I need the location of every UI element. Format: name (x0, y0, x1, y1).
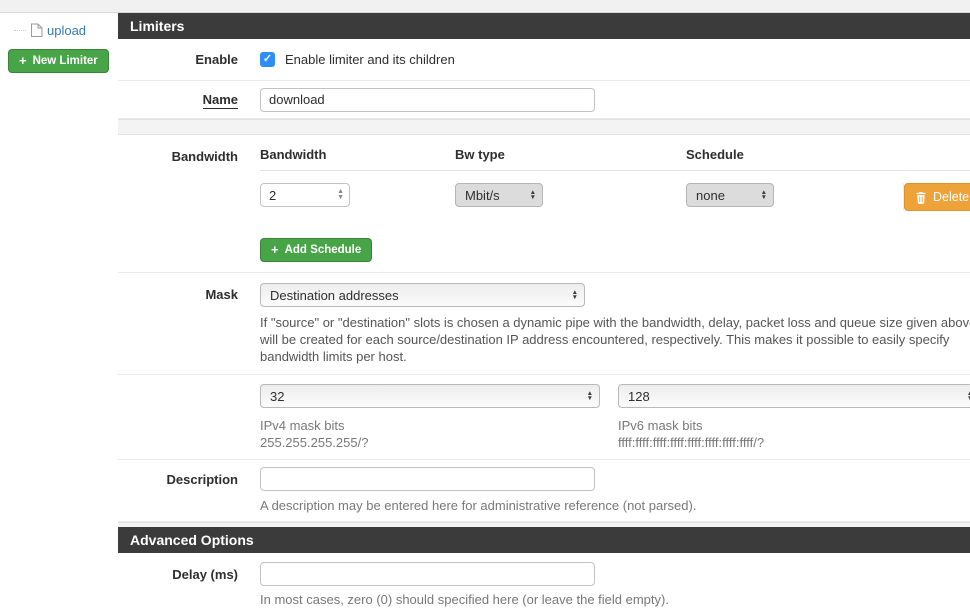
bandwidth-number-input[interactable]: 2 ▲ ▼ (260, 183, 350, 207)
delete-button-label: Delete (933, 190, 970, 204)
mask-label: Mask (205, 287, 238, 302)
advanced-options-panel-header: Advanced Options (118, 527, 970, 553)
plus-icon: + (19, 53, 27, 68)
bandwidth-value: 2 (269, 187, 277, 203)
ipv6-mask-bits-value: 128 (628, 388, 650, 404)
enable-row: Enable ✓ Enable limiter and its children (118, 39, 970, 81)
description-help: A description may be entered here for ad… (260, 498, 697, 513)
number-stepper-icon[interactable]: ▲ ▼ (337, 188, 344, 201)
mask-row: Mask Destination addresses ▲ ▼ If "source… (118, 273, 970, 375)
add-schedule-label: Add Schedule (284, 244, 362, 256)
add-schedule-button[interactable]: + Add Schedule (260, 238, 373, 262)
new-limiter-label: New Limiter (32, 55, 98, 67)
tree-item-upload[interactable]: upload (0, 19, 118, 41)
enable-checkbox[interactable]: ✓ (260, 52, 275, 67)
ipv6-mask-help: IPv6 mask bits ffff:ffff:ffff:ffff:ffff:… (618, 418, 765, 450)
tree-connector (14, 29, 26, 31)
name-input[interactable] (260, 87, 595, 112)
limiters-panel-header: Limiters (118, 13, 970, 39)
bw-type-value: Mbit/s (465, 187, 500, 203)
select-arrows-icon: ▲▼ (571, 288, 578, 301)
bandwidth-label: Bandwidth (171, 149, 238, 164)
schedule-col-header: Schedule (686, 147, 744, 162)
delay-label: Delay (ms) (172, 567, 238, 582)
bandwidth-col-header: Bandwidth (260, 147, 327, 162)
select-arrows-icon: ▲▼ (760, 188, 767, 201)
ipv4-mask-bits-select[interactable]: 32 ▲ ▼ (260, 384, 600, 408)
limiters-panel-title: Limiters (130, 18, 185, 34)
section-spacer (118, 119, 970, 135)
delay-input[interactable] (260, 562, 595, 586)
plus-icon: + (271, 242, 279, 257)
description-label: Description (166, 472, 238, 487)
name-row: Name (118, 81, 970, 119)
limiters-form: Limiters Enable ✓ Enable limiter and its… (118, 13, 970, 608)
schedule-select[interactable]: none ▲ ▼ (686, 183, 774, 207)
table-header-divider (260, 170, 970, 171)
mask-bits-row: 32 ▲▼ IPv4 mask bits 255.255.255.255/? (118, 375, 970, 460)
bw-type-col-header: Bw type (455, 147, 505, 162)
bandwidth-row: Bandwidth Bandwidth Bw type Schedule 2 ▲… (118, 135, 970, 273)
mask-bits-spacer-label (118, 384, 260, 451)
enable-label: Enable (195, 52, 238, 67)
description-input[interactable] (260, 467, 595, 491)
mask-help-text: If "source" or "destination" slots is ch… (260, 315, 970, 364)
trash-icon (915, 191, 927, 204)
schedule-value: none (696, 187, 725, 203)
bw-type-select[interactable]: Mbit/s ▲ ▼ (455, 183, 543, 207)
name-label: Name (202, 92, 238, 109)
limiter-tree-sidebar: upload + New Limiter (0, 13, 118, 73)
new-limiter-button[interactable]: + New Limiter (8, 49, 109, 73)
delay-row: Delay (ms) In most cases, zero (0) shoul… (118, 553, 970, 608)
tree-item-label[interactable]: upload (47, 23, 86, 38)
top-strip (0, 0, 970, 13)
advanced-options-title: Advanced Options (130, 532, 254, 548)
mask-select[interactable]: Destination addresses ▲ ▼ (260, 283, 585, 307)
enable-checkbox-label: Enable limiter and its children (285, 52, 455, 67)
delay-help: In most cases, zero (0) should specified… (260, 592, 669, 607)
select-arrows-icon: ▲▼ (586, 389, 593, 402)
select-arrows-icon: ▲▼ (529, 188, 536, 201)
ipv4-mask-bits-value: 32 (270, 388, 285, 404)
description-row: Description A description may be entered… (118, 460, 970, 522)
mask-value: Destination addresses (270, 287, 399, 303)
ipv6-mask-bits-select[interactable]: 128 ▲▼ (618, 384, 970, 408)
file-icon (30, 23, 43, 38)
delete-queue-button[interactable]: Delete (904, 183, 970, 211)
ipv4-mask-help: IPv4 mask bits 255.255.255.255/? (260, 418, 369, 450)
